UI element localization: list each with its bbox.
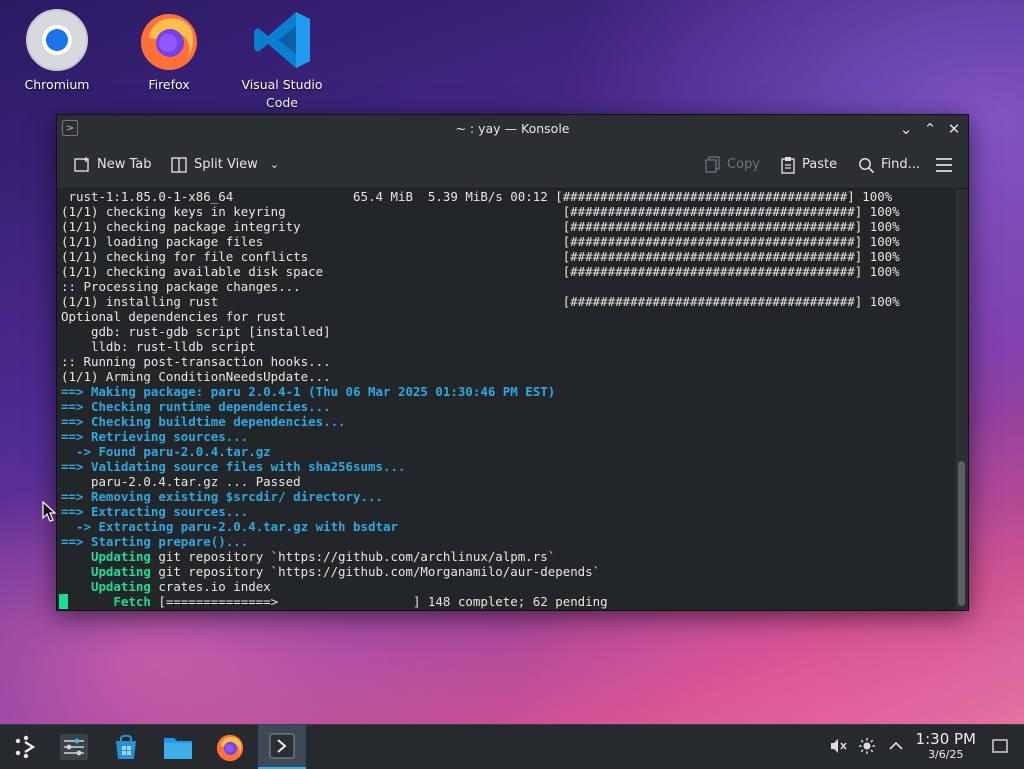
chevron-down-icon: ⌄ (269, 158, 280, 171)
firefox-icon (141, 14, 197, 70)
terminal-line: ==> Starting prepare()... (61, 534, 249, 549)
terminal-line: (1/1) checking package integrity [######… (61, 219, 900, 234)
digital-clock[interactable]: 1:30 PM 3/6/25 (916, 731, 976, 762)
copy-label: Copy (727, 157, 760, 172)
chromium-icon (26, 9, 88, 71)
terminal-line: ==> Retrieving sources... (61, 429, 249, 444)
firefox-icon (216, 734, 244, 762)
terminal-line: ==> Checking buildtime dependencies... (61, 414, 346, 429)
terminal-line-prefix: Fetch (61, 594, 151, 609)
split-view-button[interactable]: Split View ⌄ (170, 142, 279, 188)
close-button[interactable]: ✕ (944, 119, 964, 139)
terminal-line-prefix: Updating (61, 579, 151, 594)
brightness-icon[interactable] (857, 737, 877, 757)
terminal-line-text: git repository `https://github.com/archl… (150, 549, 556, 564)
terminal-line: lldb: rust-lldb script (61, 339, 256, 354)
terminal-line-prefix: Updating (61, 549, 151, 564)
application-launcher-button[interactable] (2, 725, 50, 769)
task-firefox[interactable] (206, 725, 254, 769)
terminal-lines: rust-1:1.85.0-1-x86_64 65.4 MiB 5.39 MiB… (61, 189, 900, 609)
konsole-window: > ~ : yay — Konsole ⌄ ⌃ ✕ New Tab Split … (56, 114, 969, 611)
task-discover[interactable] (102, 725, 150, 769)
system-tray-expand-icon[interactable] (886, 737, 906, 757)
window-titlebar[interactable]: > ~ : yay — Konsole ⌄ ⌃ ✕ (57, 115, 968, 142)
taskbar: 1:30 PM 3/6/25 (0, 724, 1024, 769)
terminal-line: (1/1) checking keys in keyring [########… (61, 204, 900, 219)
terminal-line: -> Extracting paru-2.0.4.tar.gz with bsd… (61, 519, 398, 534)
terminal-line: (1/1) Arming ConditionNeedsUpdate... (61, 369, 331, 384)
terminal-line: ==> Checking runtime dependencies... (61, 399, 331, 414)
terminal-output[interactable]: rust-1:1.85.0-1-x86_64 65.4 MiB 5.39 MiB… (57, 189, 955, 610)
desktop-icon-label: Chromium (24, 77, 90, 92)
settings-icon (60, 734, 88, 760)
konsole-toolbar: New Tab Split View ⌄ Copy Paste Find... (57, 142, 968, 189)
clock-time: 1:30 PM (915, 730, 976, 748)
split-view-icon (171, 157, 187, 173)
terminal-line-text: git repository `https://github.com/Morga… (150, 564, 601, 579)
terminal-line: (1/1) checking for file conflicts [#####… (61, 249, 900, 264)
task-file-manager[interactable] (154, 725, 202, 769)
paste-label: Paste (802, 157, 838, 172)
terminal-line: ==> Extracting sources... (61, 504, 249, 519)
terminal-line: :: Running post-transaction hooks... (61, 354, 331, 369)
mouse-pointer-icon (42, 501, 57, 522)
new-tab-icon (74, 157, 89, 172)
hamburger-menu-icon (936, 158, 952, 172)
terminal-line-prefix: Updating (61, 564, 151, 579)
terminal-scrollbar[interactable] (955, 189, 968, 610)
terminal-line: ==> Making package: paru 2.0.4-1 (Thu 06… (61, 384, 556, 399)
terminal-line: rust-1:1.85.0-1-x86_64 65.4 MiB 5.39 MiB… (61, 189, 893, 204)
terminal-line: (1/1) installing rust [#################… (61, 294, 900, 309)
window-title: ~ : yay — Konsole (455, 121, 570, 136)
desktop-icon-vscode[interactable]: Visual Studio Code (237, 8, 327, 112)
terminal-line: Updating git repository `https://github.… (61, 564, 900, 579)
terminal-line: (1/1) loading package files [###########… (61, 234, 900, 249)
terminal-line: gdb: rust-gdb script [installed] (61, 324, 331, 339)
task-konsole[interactable] (258, 725, 306, 769)
hamburger-menu-button[interactable] (935, 142, 953, 188)
find-label: Find... (881, 157, 921, 172)
scrollbar-thumb[interactable] (958, 461, 965, 606)
paste-icon (781, 157, 795, 174)
minimize-button[interactable]: ⌄ (896, 119, 916, 139)
search-icon (859, 157, 875, 173)
kde-launcher-icon (15, 735, 36, 759)
volume-muted-icon[interactable] (828, 737, 848, 757)
terminal-line: (1/1) checking available disk space [###… (61, 264, 900, 279)
terminal-line: Updating crates.io index (61, 579, 900, 594)
terminal-line: Fetch [==============> ] 148 complete; 6… (61, 594, 900, 609)
terminal-line: ==> Validating source files with sha256s… (61, 459, 406, 474)
clock-date: 3/6/25 (928, 748, 964, 761)
desktop-icon-label: Firefox (148, 77, 190, 92)
terminal-line: Optional dependencies for rust (61, 309, 286, 324)
task-system-settings[interactable] (50, 725, 98, 769)
discover-store-icon (116, 734, 136, 759)
maximize-button[interactable]: ⌃ (920, 119, 940, 139)
terminal-line: :: Processing package changes... (61, 279, 301, 294)
desktop-icon-firefox[interactable]: Firefox (124, 8, 214, 94)
terminal-icon (269, 733, 295, 759)
desktop-icon-chromium[interactable]: Chromium (12, 8, 102, 94)
terminal-line-text: [==============> ] 148 complete; 62 pend… (150, 594, 608, 609)
folder-icon (164, 738, 192, 759)
new-tab-label: New Tab (97, 157, 152, 172)
terminal-line: paru-2.0.4.tar.gz ... Passed (61, 474, 301, 489)
paste-button[interactable]: Paste (780, 142, 837, 188)
find-button[interactable]: Find... (858, 142, 920, 188)
show-desktop-icon[interactable] (990, 737, 1010, 757)
new-tab-button[interactable]: New Tab (73, 142, 152, 188)
terminal-line: ==> Removing existing $srcdir/ directory… (61, 489, 383, 504)
copy-icon (705, 156, 720, 173)
desktop-icon-label: Visual Studio Code (241, 77, 323, 110)
terminal-line: -> Found paru-2.0.4.tar.gz (61, 444, 271, 459)
vscode-icon (254, 12, 310, 68)
terminal-line-text: crates.io index (150, 579, 271, 594)
copy-button[interactable]: Copy (705, 142, 760, 188)
split-view-label: Split View (194, 157, 258, 172)
terminal-cursor (59, 594, 68, 609)
terminal-line: Updating git repository `https://github.… (61, 549, 900, 564)
